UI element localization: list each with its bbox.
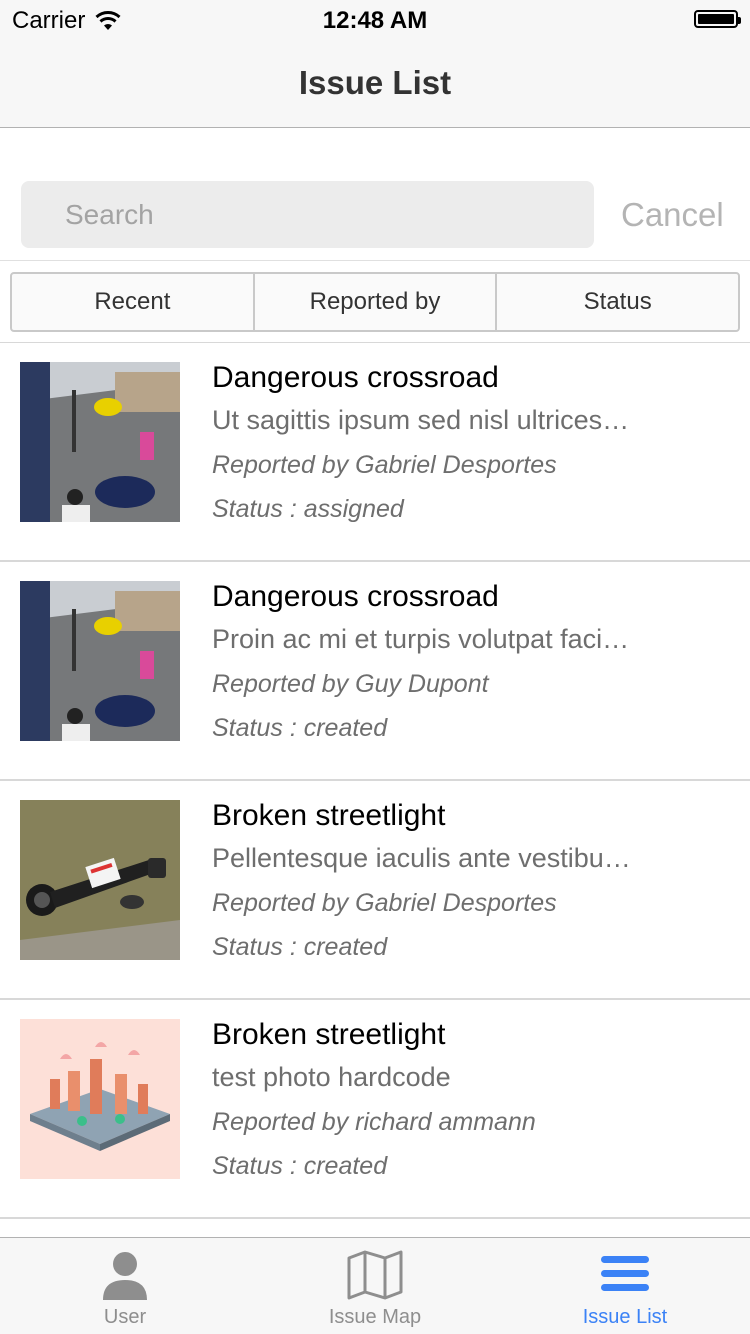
segment-recent[interactable]: Recent: [12, 274, 255, 330]
issue-description: Pellentesque iaculis ante vestibu…: [212, 843, 631, 873]
issue-title: Dangerous crossroad: [212, 361, 499, 394]
clock: 12:48 AM: [322, 7, 428, 34]
issue-status: Status : created: [212, 933, 388, 961]
issue-reporter: Reported by Gabriel Desportes: [212, 889, 557, 917]
sort-segmented-control: Recent Reported by Status: [10, 272, 740, 332]
issue-row[interactable]: Broken streetlight test photo hardcode R…: [0, 1000, 750, 1219]
issue-row[interactable]: Dangerous crossroad Proin ac mi et turpi…: [0, 562, 750, 781]
tab-label: Issue Map: [328, 1306, 422, 1328]
issue-title: Broken streetlight: [212, 799, 446, 832]
tab-bar: User Issue Map Issue List: [0, 1237, 750, 1334]
tab-label: User: [103, 1306, 147, 1328]
search-bar: Cancel: [0, 128, 750, 261]
issue-reporter: Reported by richard ammann: [212, 1108, 536, 1136]
search-input[interactable]: [21, 181, 594, 248]
map-icon: [347, 1250, 403, 1300]
issue-reporter: Reported by Guy Dupont: [212, 670, 489, 698]
tab-issue-map[interactable]: Issue Map: [250, 1238, 500, 1334]
navigation-bar: Issue List: [0, 40, 750, 128]
issue-reporter: Reported by Gabriel Desportes: [212, 451, 557, 479]
issue-row[interactable]: Broken streetlight Pellentesque iaculis …: [0, 781, 750, 1000]
issue-description: Proin ac mi et turpis volutpat faci…: [212, 624, 630, 654]
status-bar: Carrier 12:48 AM: [0, 0, 750, 40]
cancel-button[interactable]: Cancel: [621, 196, 724, 234]
issue-thumbnail: [20, 800, 180, 960]
issue-title: Broken streetlight: [212, 1018, 446, 1051]
issue-status: Status : created: [212, 714, 388, 742]
tab-user[interactable]: User: [0, 1238, 250, 1334]
issue-title: Dangerous crossroad: [212, 580, 499, 613]
tab-issue-list[interactable]: Issue List: [500, 1238, 750, 1334]
issue-thumbnail: [20, 362, 180, 522]
user-icon: [103, 1252, 147, 1300]
battery-icon: [694, 10, 741, 28]
page-title: Issue List: [298, 64, 452, 101]
segment-reported-by[interactable]: Reported by: [255, 274, 498, 330]
list-icon: [601, 1256, 649, 1291]
issue-status: Status : assigned: [212, 495, 404, 523]
issue-description: test photo hardcode: [212, 1062, 451, 1092]
issue-status: Status : created: [212, 1152, 388, 1180]
tab-label: Issue List: [582, 1306, 668, 1328]
issue-row[interactable]: Dangerous crossroad Ut sagittis ipsum se…: [0, 343, 750, 562]
issue-list: Dangerous crossroad Ut sagittis ipsum se…: [0, 343, 750, 1219]
issue-description: Ut sagittis ipsum sed nisl ultrices…: [212, 405, 630, 435]
issue-thumbnail: [20, 581, 180, 741]
segment-status[interactable]: Status: [497, 274, 738, 330]
issue-thumbnail: [20, 1019, 180, 1179]
